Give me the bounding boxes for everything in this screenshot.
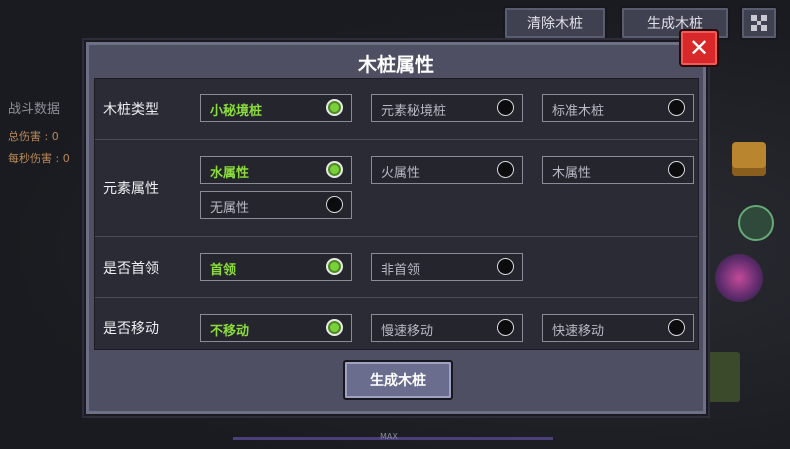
- option-label: 无属性: [210, 201, 250, 216]
- option-fire[interactable]: 火属性: [371, 156, 523, 184]
- dps-label: 每秒伤害 : 0: [8, 152, 70, 165]
- option-fast-move[interactable]: 快速移动: [542, 314, 694, 342]
- row-label: 木桩类型: [103, 102, 159, 118]
- panel-title: 木桩属性: [357, 54, 434, 76]
- menu-icon[interactable]: [740, 6, 778, 40]
- option-stationary[interactable]: 不移动: [200, 314, 352, 342]
- option-water[interactable]: 水属性: [200, 156, 352, 184]
- row-label: 是否移动: [103, 321, 159, 337]
- option-small-secret-stake[interactable]: 小秘境桩: [200, 94, 352, 122]
- option-label: 首领: [210, 263, 237, 278]
- option-label: 小秘境桩: [210, 104, 263, 119]
- battle-stats-title: 战斗数据: [8, 102, 61, 117]
- option-label: 火属性: [381, 166, 421, 181]
- option-boss[interactable]: 首领: [200, 253, 352, 281]
- option-label: 非首领: [381, 263, 421, 278]
- treasure-chest-icon[interactable]: [732, 142, 766, 176]
- close-icon: ✕: [688, 34, 710, 62]
- skill-orb-icon[interactable]: [738, 205, 774, 241]
- option-label: 水属性: [210, 166, 250, 181]
- row-label: 是否首领: [103, 261, 159, 277]
- close-button[interactable]: ✕: [679, 29, 719, 67]
- option-label: 元素秘境桩: [381, 104, 447, 119]
- option-none[interactable]: 无属性: [200, 191, 352, 219]
- option-label: 慢速移动: [381, 324, 434, 339]
- radio-empty-icon: [497, 99, 514, 116]
- option-element-secret-stake[interactable]: 元素秘境桩: [371, 94, 523, 122]
- radio-empty-icon: [668, 319, 685, 336]
- radio-empty-icon: [497, 258, 514, 275]
- element-row: 元素属性: [95, 140, 698, 237]
- character-sprite-icon: [706, 352, 740, 402]
- radio-empty-icon: [497, 161, 514, 178]
- option-label: 快速移动: [552, 324, 605, 339]
- generate-stake-button[interactable]: 生成木桩: [343, 360, 453, 400]
- option-slow-move[interactable]: 慢速移动: [371, 314, 523, 342]
- total-damage-label: 总伤害 : 0: [8, 130, 59, 143]
- option-wood[interactable]: 木属性: [542, 156, 694, 184]
- radio-empty-icon: [668, 99, 685, 116]
- radio-empty-icon: [497, 319, 514, 336]
- row-label: 元素属性: [103, 181, 159, 197]
- portal-icon: [715, 254, 763, 302]
- radio-empty-icon: [668, 161, 685, 178]
- radio-empty-icon: [326, 196, 343, 213]
- option-label: 不移动: [210, 324, 250, 339]
- radio-selected-icon: [326, 161, 343, 178]
- max-label: MAX: [380, 432, 398, 441]
- option-non-boss[interactable]: 非首领: [371, 253, 523, 281]
- radio-selected-icon: [326, 319, 343, 336]
- option-label: 木属性: [552, 166, 592, 181]
- clear-stakes-button[interactable]: 清除木桩: [503, 6, 607, 40]
- radio-selected-icon: [326, 99, 343, 116]
- radio-selected-icon: [326, 258, 343, 275]
- option-standard-stake[interactable]: 标准木桩: [542, 94, 694, 122]
- option-label: 标准木桩: [552, 104, 605, 119]
